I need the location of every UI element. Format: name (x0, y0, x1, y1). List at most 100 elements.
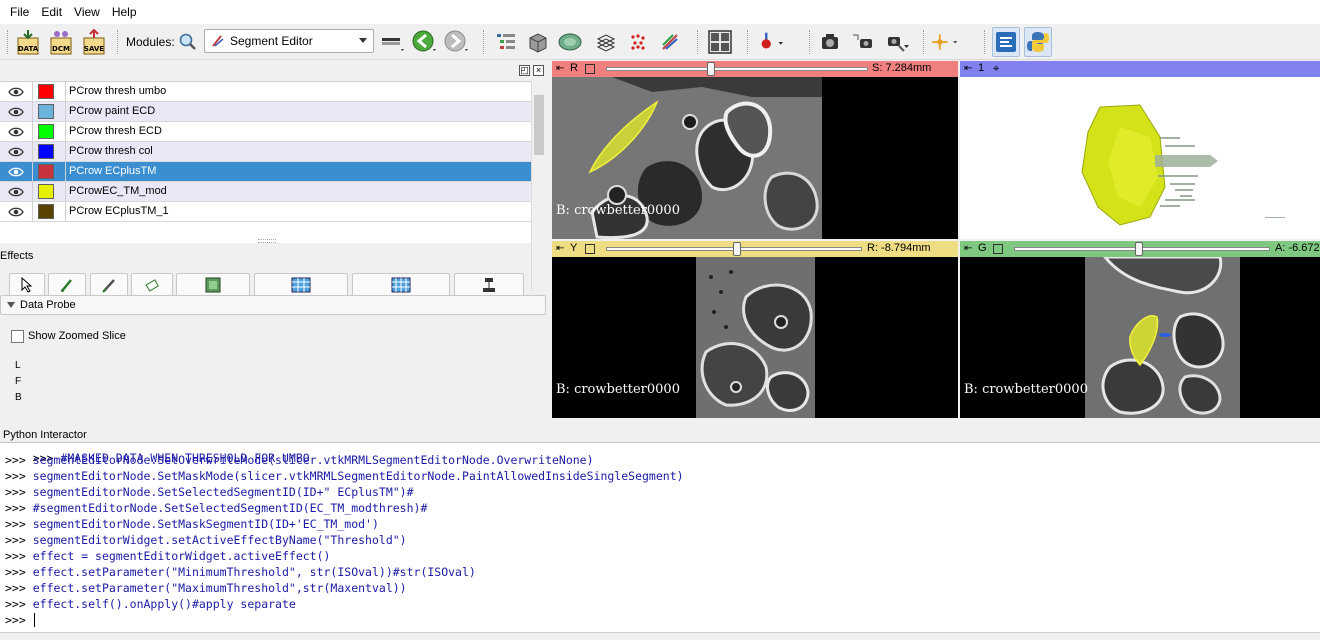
forward-button[interactable] (442, 27, 470, 57)
undock-panel-button[interactable]: ◰ (519, 65, 530, 76)
menu-view[interactable]: View (68, 5, 106, 19)
segment-color-cell[interactable] (33, 102, 66, 122)
back-button[interactable] (410, 27, 438, 57)
effect-fill-between-slices-button[interactable] (352, 273, 450, 295)
place-fiducial-icon (761, 32, 784, 49)
segment-name[interactable]: PCrow thresh ECD (69, 125, 162, 137)
effect-erase-button[interactable] (131, 273, 173, 295)
effect-paint-button[interactable] (48, 273, 86, 295)
screenshot-button[interactable] (816, 27, 844, 57)
link-icon[interactable] (993, 244, 1003, 254)
layout-button[interactable] (706, 27, 734, 57)
pin-icon[interactable]: ⇤ (556, 63, 564, 75)
pin-icon[interactable]: ⇤ (964, 243, 972, 255)
probe-f-label: F (15, 376, 22, 387)
link-icon[interactable] (585, 64, 595, 74)
extension-manager-button[interactable] (992, 27, 1020, 57)
segment-name[interactable]: PCrow paint ECD (69, 105, 155, 117)
link-icon[interactable] (585, 244, 595, 254)
pin-icon[interactable]: ⇤ (964, 63, 972, 75)
green-slice-view[interactable]: ⇤ G A: -6.672 B: crowbetter0000 (960, 241, 1320, 418)
three-d-render (960, 77, 1320, 239)
green-offset-slider-thumb[interactable] (1135, 242, 1144, 256)
crosshair-placement-button[interactable] (756, 27, 784, 57)
show-zoomed-slice-checkbox[interactable] (11, 330, 24, 343)
volumes-module-button[interactable] (524, 27, 552, 57)
save-button[interactable]: SAVE (80, 27, 108, 57)
python-console-button[interactable] (1024, 27, 1052, 57)
segment-color-swatch (38, 144, 54, 159)
effect-level-tracing-button[interactable] (176, 273, 250, 295)
segment-row[interactable]: PCrow ECplusTM_1 (0, 202, 531, 222)
center-view-icon[interactable]: ⌖ (993, 63, 999, 76)
crosshair-button[interactable] (930, 27, 958, 57)
yellow-slice-view[interactable]: ⇤ Y R: -8.794mm B: crowbetter0000 (552, 241, 958, 418)
yellow-view-controller: ⇤ Y R: -8.794mm (552, 241, 958, 257)
extensions-icon (996, 32, 1016, 52)
load-dicom-button[interactable]: DCM (47, 27, 75, 57)
python-line: >>> segmentEditorNode.SetMaskSegmentID(I… (5, 517, 379, 531)
transforms-module-button[interactable] (592, 27, 620, 57)
segment-color-cell[interactable] (33, 82, 66, 102)
effect-margin-button[interactable] (454, 273, 524, 295)
data-module-button[interactable] (492, 27, 520, 57)
window-level-button[interactable] (378, 27, 406, 57)
splitter-handle[interactable] (258, 239, 276, 243)
segment-row[interactable]: PCrow thresh ECD (0, 122, 531, 142)
green-offset-value: A: -6.672 (1275, 242, 1320, 254)
eye-visibility-icon[interactable] (0, 82, 33, 102)
window-level-icon (382, 38, 404, 51)
eye-visibility-icon[interactable] (0, 122, 33, 142)
eye-visibility-icon[interactable] (0, 142, 33, 162)
segment-color-cell[interactable] (33, 142, 66, 162)
segment-row[interactable]: PCrow ECplusTM (0, 162, 531, 182)
python-console[interactable]: >>> #MASKED DATA WHEN THRESHOLD FOR UMBO… (0, 442, 1320, 632)
collapse-triangle-icon (7, 302, 15, 308)
segment-row[interactable]: PCrowEC_TM_mod (0, 182, 531, 202)
red-slice-view[interactable]: ⇤ R S: 7.284mm B: crowbetter0000 (552, 61, 958, 239)
segment-color-cell[interactable] (33, 122, 66, 142)
menu-help[interactable]: Help (106, 5, 143, 19)
segment-name[interactable]: PCrow thresh umbo (69, 85, 166, 97)
segment-row[interactable]: PCrow thresh col (0, 142, 531, 162)
red-offset-slider-thumb[interactable] (706, 62, 715, 76)
module-selector[interactable]: Segment Editor (204, 29, 374, 53)
segment-name[interactable]: PCrow ECplusTM (69, 165, 156, 177)
models-module-button[interactable] (556, 27, 584, 57)
data-probe-section[interactable]: Data Probe (0, 295, 546, 315)
segment-name[interactable]: PCrowEC_TM_mod (69, 185, 167, 197)
eye-visibility-icon[interactable] (0, 102, 33, 122)
effect-grow-from-seeds-button[interactable] (254, 273, 348, 295)
menu-edit[interactable]: Edit (35, 5, 68, 19)
three-d-view[interactable]: ⇤ 1 ⌖ (960, 61, 1320, 239)
effect-none-button[interactable] (9, 273, 45, 295)
segment-name[interactable]: PCrow thresh col (69, 145, 153, 157)
menu-file[interactable]: File (4, 5, 35, 19)
segment-name[interactable]: PCrow ECplusTM_1 (69, 205, 169, 217)
eye-visibility-icon[interactable] (0, 162, 33, 182)
effect-draw-button[interactable] (90, 273, 128, 295)
yellow-view-background-label: B: crowbetter0000 (556, 382, 680, 397)
toolbar-separator (117, 30, 119, 54)
eye-visibility-icon[interactable] (0, 182, 33, 202)
module-search-button[interactable] (174, 27, 202, 57)
segment-color-cell[interactable] (33, 182, 66, 202)
close-panel-button[interactable]: × (533, 65, 544, 76)
segment-color-cell[interactable] (33, 162, 66, 182)
eye-visibility-icon[interactable] (0, 202, 33, 222)
pin-icon[interactable]: ⇤ (556, 243, 564, 255)
volume-cube-icon (529, 33, 547, 53)
toolbar-separator (809, 30, 811, 54)
segments-table-scrollbar[interactable] (531, 81, 546, 291)
segment-row[interactable]: PCrow paint ECD (0, 102, 531, 122)
load-data-button[interactable]: DATA (14, 27, 42, 57)
fill-between-slices-icon (391, 277, 411, 292)
segment-row[interactable]: PCrow thresh umbo (0, 82, 531, 102)
segment-color-cell[interactable] (33, 202, 66, 222)
scene-view-button[interactable] (848, 27, 876, 57)
markups-module-button[interactable] (624, 27, 652, 57)
yellow-offset-slider-thumb[interactable] (732, 242, 741, 256)
red-offset-slider[interactable] (606, 67, 868, 71)
segmentations-module-button[interactable] (656, 27, 684, 57)
scene-restore-button[interactable] (882, 27, 910, 57)
